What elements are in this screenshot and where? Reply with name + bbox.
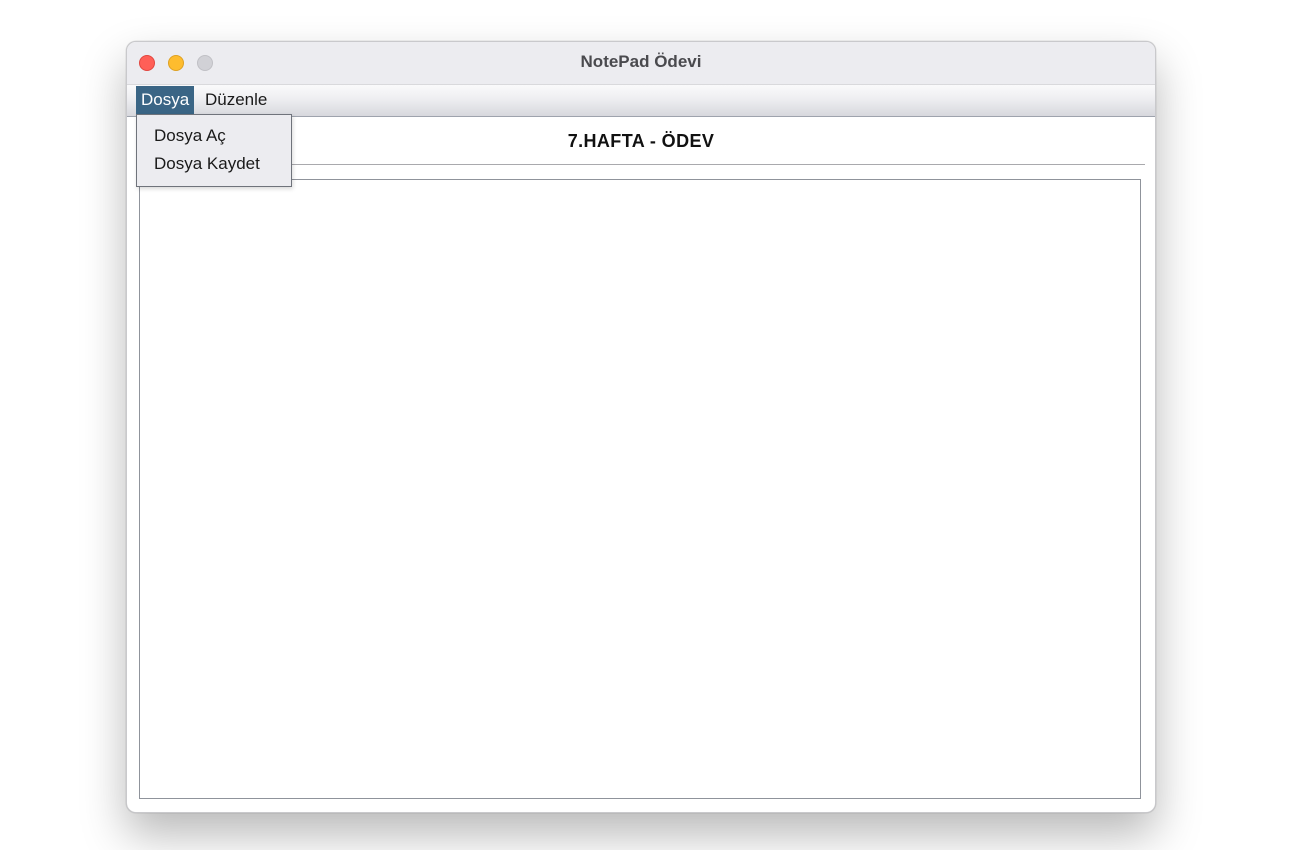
menu-edit[interactable]: Düzenle [200, 86, 272, 114]
text-editor[interactable] [139, 179, 1141, 799]
title-bar[interactable]: NotePad Ödevi [127, 42, 1155, 85]
menu-file[interactable]: Dosya [136, 86, 195, 114]
window-title: NotePad Ödevi [580, 52, 702, 71]
app-window: NotePad Ödevi Dosya Düzenle 7.HAFTA - ÖD… [126, 41, 1156, 813]
menu-item-open-file[interactable]: Dosya Aç [154, 123, 226, 149]
menu-item-save-file[interactable]: Dosya Kaydet [154, 151, 260, 177]
menu-bar: Dosya Düzenle [127, 85, 1155, 117]
file-menu-dropdown: Dosya Aç Dosya Kaydet [136, 114, 292, 187]
